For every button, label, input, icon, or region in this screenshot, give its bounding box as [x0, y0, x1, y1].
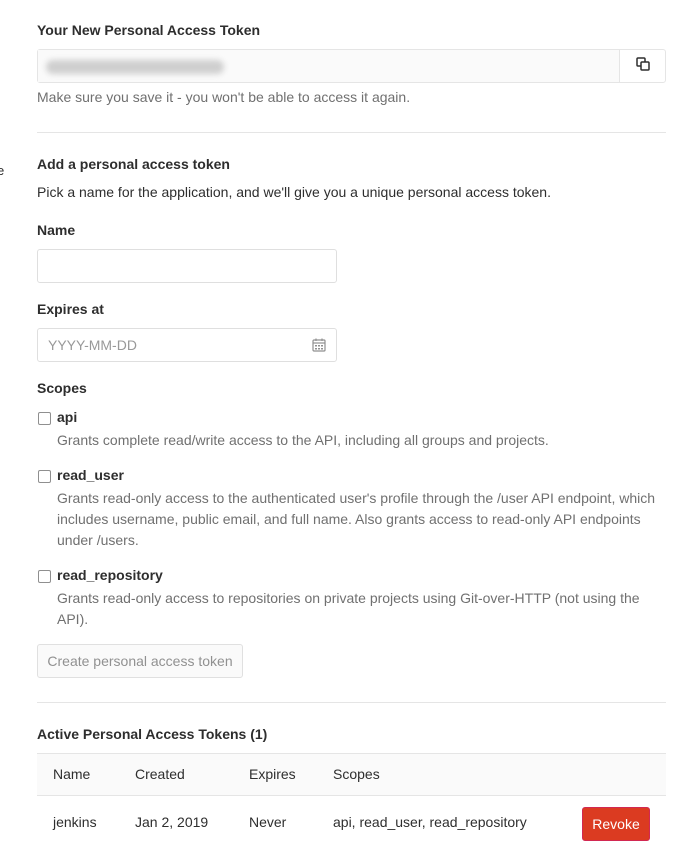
- token-expires-cell: Never: [249, 814, 287, 830]
- add-token-title: Add a personal access token: [37, 156, 230, 172]
- column-header-created: Created: [135, 766, 185, 782]
- token-name-cell: jenkins: [53, 814, 97, 830]
- scopes-label: Scopes: [37, 380, 87, 396]
- column-header-scopes: Scopes: [333, 766, 380, 782]
- token-field-group: [37, 49, 666, 83]
- copy-icon: [635, 56, 650, 76]
- token-value-field[interactable]: [38, 50, 620, 82]
- scope-description: Grants complete read/write access to the…: [57, 432, 549, 448]
- copy-token-button[interactable]: [620, 50, 665, 82]
- section-divider: [37, 702, 666, 703]
- token-created-cell: Jan 2, 2019: [135, 814, 209, 830]
- token-scopes-cell: api, read_user, read_repository: [333, 814, 527, 830]
- table-header: Name Created Expires Scopes: [37, 753, 666, 796]
- expires-date-input[interactable]: YYYY-MM-DD: [37, 328, 337, 362]
- token-blurred-value: [46, 60, 224, 74]
- scope-api-checkbox[interactable]: [38, 412, 51, 425]
- scope-name: api: [57, 409, 78, 425]
- section-divider: [37, 132, 666, 133]
- expires-label: Expires at: [37, 301, 104, 317]
- expires-placeholder: YYYY-MM-DD: [48, 337, 137, 353]
- column-header-expires: Expires: [249, 766, 296, 782]
- scope-description: Grants read-only access to repositories …: [57, 590, 640, 627]
- column-header-name: Name: [53, 766, 91, 782]
- token-save-hint: Make sure you save it - you won't be abl…: [37, 89, 411, 105]
- name-label: Name: [37, 222, 76, 238]
- scope-description: Grants read-only access to the authentic…: [57, 490, 656, 548]
- revoke-button[interactable]: Revoke: [582, 807, 650, 841]
- calendar-icon[interactable]: [312, 338, 326, 355]
- active-tokens-table: Name Created Expires Scopes jenkins Jan …: [37, 753, 666, 843]
- table-row: jenkins Jan 2, 2019 Never api, read_user…: [37, 796, 666, 843]
- add-token-description: Pick a name for the application, and we'…: [37, 184, 551, 200]
- scope-read-repository-checkbox[interactable]: [38, 570, 51, 583]
- page: e Your New Personal Access Token Make su…: [0, 0, 684, 843]
- name-input[interactable]: [37, 249, 337, 283]
- active-tokens-title: Active Personal Access Tokens (1): [37, 726, 268, 742]
- new-token-title: Your New Personal Access Token: [37, 22, 261, 38]
- scope-name: read_repository: [57, 567, 163, 583]
- scope-name: read_user: [57, 467, 124, 483]
- left-edge-text: e: [0, 163, 5, 178]
- scope-read-user-checkbox[interactable]: [38, 470, 51, 483]
- create-token-button[interactable]: Create personal access token: [37, 644, 243, 678]
